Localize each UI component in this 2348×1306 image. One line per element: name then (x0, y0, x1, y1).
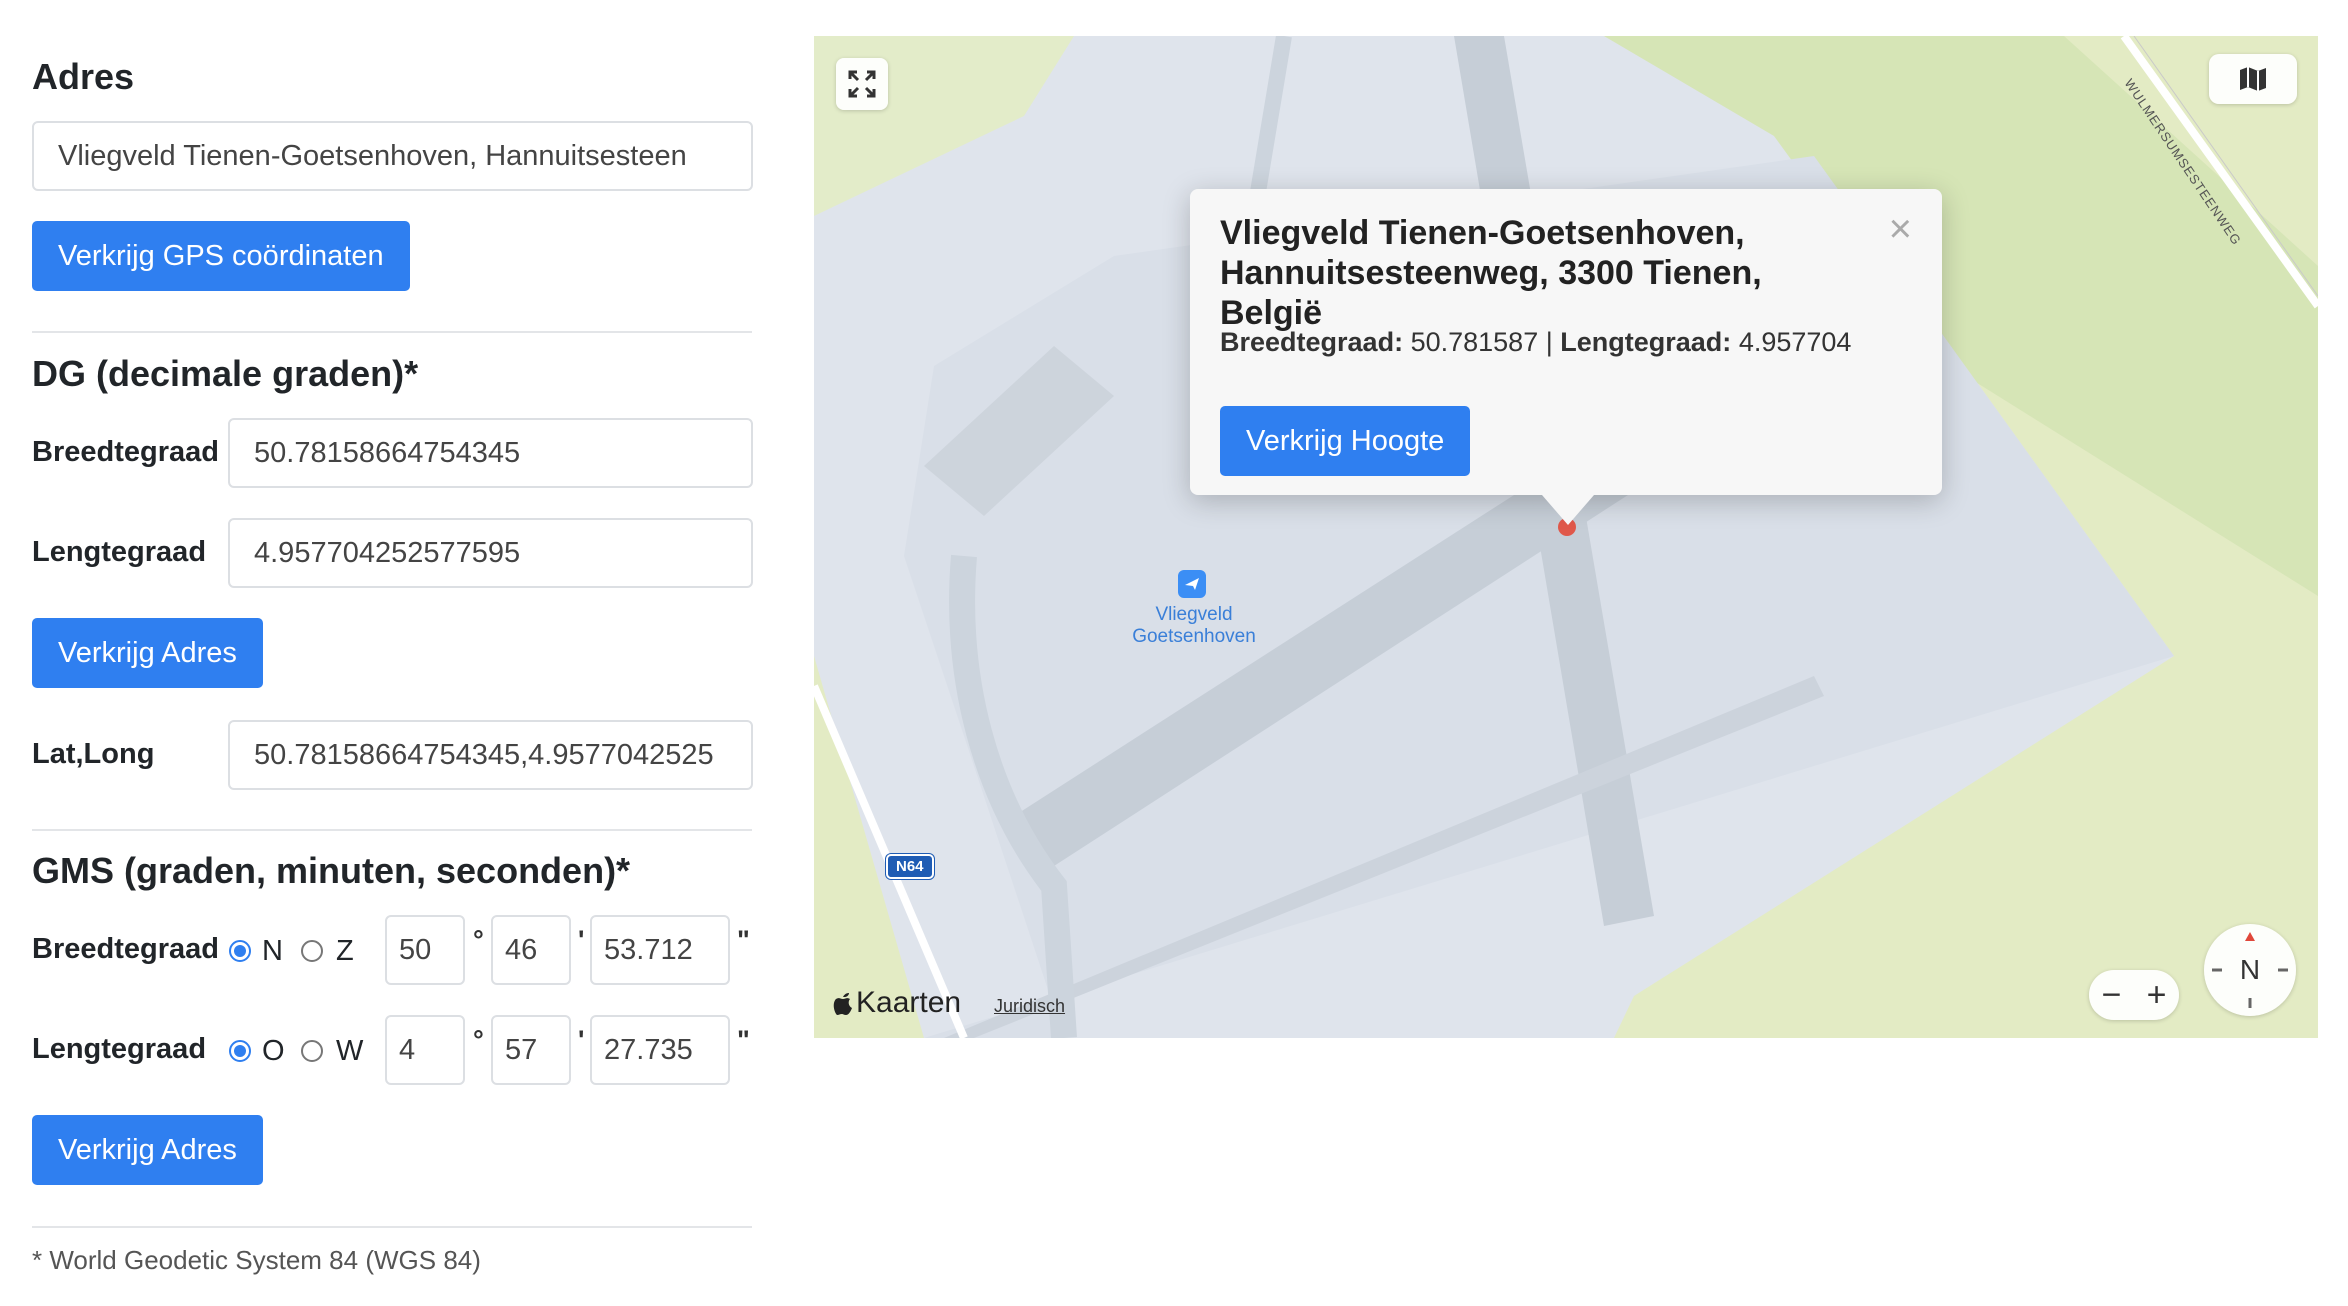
dms-lng-degrees-input[interactable]: 4 (385, 1015, 465, 1085)
location-popup: Vliegveld Tienen-Goetsenhoven, Hannuitse… (1190, 189, 1942, 525)
compass[interactable]: N (2204, 924, 2296, 1016)
radio-east[interactable] (229, 1040, 251, 1062)
dd-latitude-label: Breedtegraad (32, 436, 219, 468)
fullscreen-button[interactable] (836, 58, 888, 110)
degree-symbol: ° (473, 925, 484, 955)
dd-get-address-button[interactable]: Verkrijg Adres (32, 618, 263, 688)
dms-lng-minutes-input[interactable]: 57 (491, 1015, 571, 1085)
dd-latitude-input[interactable]: 50.78158664754345 (228, 418, 753, 488)
map-icon (2240, 67, 2266, 91)
poi-label-line2: Goetsenhoven (1132, 626, 1256, 647)
popup-lng-value: 4.957704 (1738, 327, 1852, 357)
map-brand-text: Kaarten (856, 986, 962, 1019)
second-symbol: " (737, 1025, 750, 1055)
dms-get-address-button[interactable]: Verkrijg Adres (32, 1115, 263, 1185)
expand-icon (848, 70, 876, 98)
divider (32, 829, 752, 831)
radio-west-label: W (336, 1035, 364, 1067)
get-gps-coordinates-button[interactable]: Verkrijg GPS coördinaten (32, 221, 410, 291)
radio-east-label: O (262, 1035, 285, 1067)
zoom-in-button[interactable]: + (2147, 976, 2167, 1015)
minute-symbol: ' (578, 925, 585, 955)
airplane-icon (1185, 578, 1199, 590)
dms-lng-seconds-input[interactable]: 27.735 (590, 1015, 730, 1085)
poi-label[interactable]: Vliegveld Goetsenhoven (1114, 604, 1274, 648)
popup-lat-label: Breedtegraad: (1220, 327, 1404, 357)
road-shield: N64 (886, 854, 934, 879)
address-input[interactable]: Vliegveld Tienen-Goetsenhoven, Hannuitse… (32, 121, 753, 191)
dms-lat-degrees-input[interactable]: 50 (385, 915, 465, 985)
second-symbol: " (737, 925, 750, 955)
map-background (814, 36, 2318, 1038)
radio-south[interactable] (301, 940, 323, 962)
latlong-label: Lat,Long (32, 738, 155, 770)
popup-pointer (1542, 495, 1594, 525)
map-brand: Kaarten (832, 986, 961, 1020)
zoom-out-button[interactable]: − (2102, 976, 2122, 1015)
dms-lat-seconds-input[interactable]: 53.712 (590, 915, 730, 985)
zoom-control: − + (2089, 970, 2179, 1020)
popup-lng-label: Lengtegraad: (1560, 327, 1732, 357)
airport-icon[interactable] (1178, 570, 1206, 598)
degree-symbol: ° (473, 1025, 484, 1055)
map[interactable]: WULMERSUMSESTEENWEG Vliegveld Goetsenhov… (814, 36, 2318, 1038)
compass-north-label: N (2239, 954, 2261, 985)
latlong-input[interactable]: 50.78158664754345,4.9577042525 (228, 720, 753, 790)
close-icon[interactable]: × (1889, 209, 1912, 249)
divider (32, 331, 752, 333)
map-type-button[interactable] (2209, 54, 2297, 104)
footnote: * World Geodetic System 84 (WGS 84) (32, 1245, 481, 1275)
radio-west[interactable] (301, 1040, 323, 1062)
radio-north[interactable] (229, 940, 251, 962)
dms-longitude-label: Lengtegraad (32, 1033, 207, 1065)
radio-south-label: Z (336, 935, 354, 967)
get-elevation-button[interactable]: Verkrijg Hoogte (1220, 406, 1471, 476)
popup-coordinates: Breedtegraad: 50.781587 | Lengtegraad: 4… (1220, 327, 1851, 358)
apple-logo-icon (833, 993, 852, 1015)
popup-separator: | (1545, 327, 1553, 357)
minute-symbol: ' (578, 1025, 585, 1055)
dms-lat-minutes-input[interactable]: 46 (491, 915, 571, 985)
dd-longitude-input[interactable]: 4.957704252577595 (228, 518, 753, 588)
legal-link[interactable]: Juridisch (994, 996, 1065, 1017)
dd-longitude-label: Lengtegraad (32, 536, 207, 568)
poi-label-line1: Vliegveld (1155, 604, 1233, 625)
dms-heading: GMS (graden, minuten, seconden)* (32, 850, 631, 891)
dms-latitude-label: Breedtegraad (32, 933, 219, 965)
address-heading: Adres (32, 56, 135, 97)
popup-lat-value: 50.781587 (1410, 327, 1539, 357)
dd-heading: DG (decimale graden)* (32, 353, 419, 394)
popup-title: Vliegveld Tienen-Goetsenhoven, Hannuitse… (1220, 214, 1762, 332)
divider (32, 1226, 752, 1228)
radio-north-label: N (262, 935, 283, 967)
